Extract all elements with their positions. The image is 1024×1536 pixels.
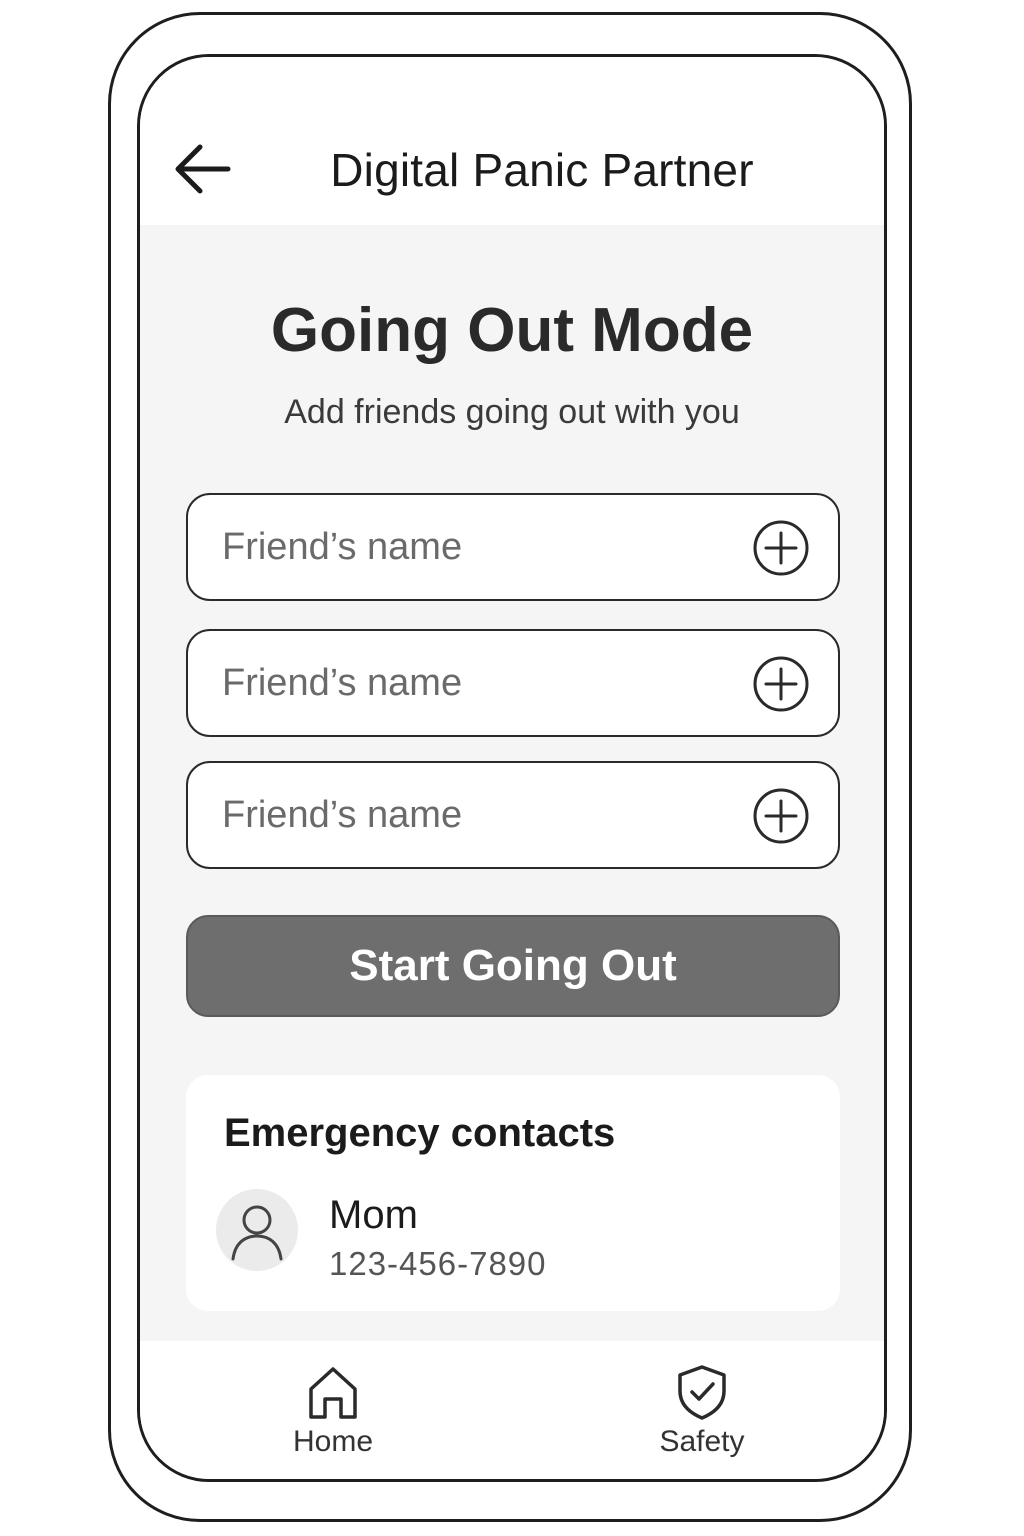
nav-item-safety[interactable]: Safety [632,1363,772,1473]
friend-name-field-3 [186,761,840,869]
add-friend-button[interactable] [752,519,810,577]
phone-screen: Digital Panic Partner Going Out Mode Add… [137,54,887,1482]
nav-label-home: Home [292,1425,374,1458]
app-title: Digital Panic Partner [330,144,754,196]
bottom-navigation: Home Safety [140,1341,884,1479]
plus-circle-icon [753,520,809,576]
page-title: Going Out Mode [270,296,754,365]
friend-name-field-1 [186,493,840,601]
friend-name-input[interactable] [222,631,722,735]
plus-circle-icon [753,788,809,844]
shield-check-icon [678,1365,726,1420]
nav-label-safety: Safety [659,1425,745,1458]
avatar [216,1189,298,1271]
friend-name-field-2 [186,629,840,737]
friend-name-input[interactable] [222,763,722,867]
person-icon [231,1205,283,1261]
add-friend-button[interactable] [752,655,810,713]
add-friend-button[interactable] [752,787,810,845]
emergency-contacts-card: Emergency contacts Mom 123-456-7890 [186,1075,840,1311]
friend-name-input[interactable] [222,495,722,599]
top-app-bar: Digital Panic Partner [140,57,884,225]
nav-item-home[interactable]: Home [263,1363,403,1473]
page-subtitle: Add friends going out with you [284,393,740,431]
contact-name: Mom [329,1193,418,1237]
plus-circle-icon [753,656,809,712]
home-icon [309,1367,357,1419]
contact-phone: 123-456-7890 [329,1245,547,1282]
emergency-contacts-title: Emergency contacts [224,1111,616,1155]
start-going-out-button[interactable]: Start Going Out [186,915,840,1017]
